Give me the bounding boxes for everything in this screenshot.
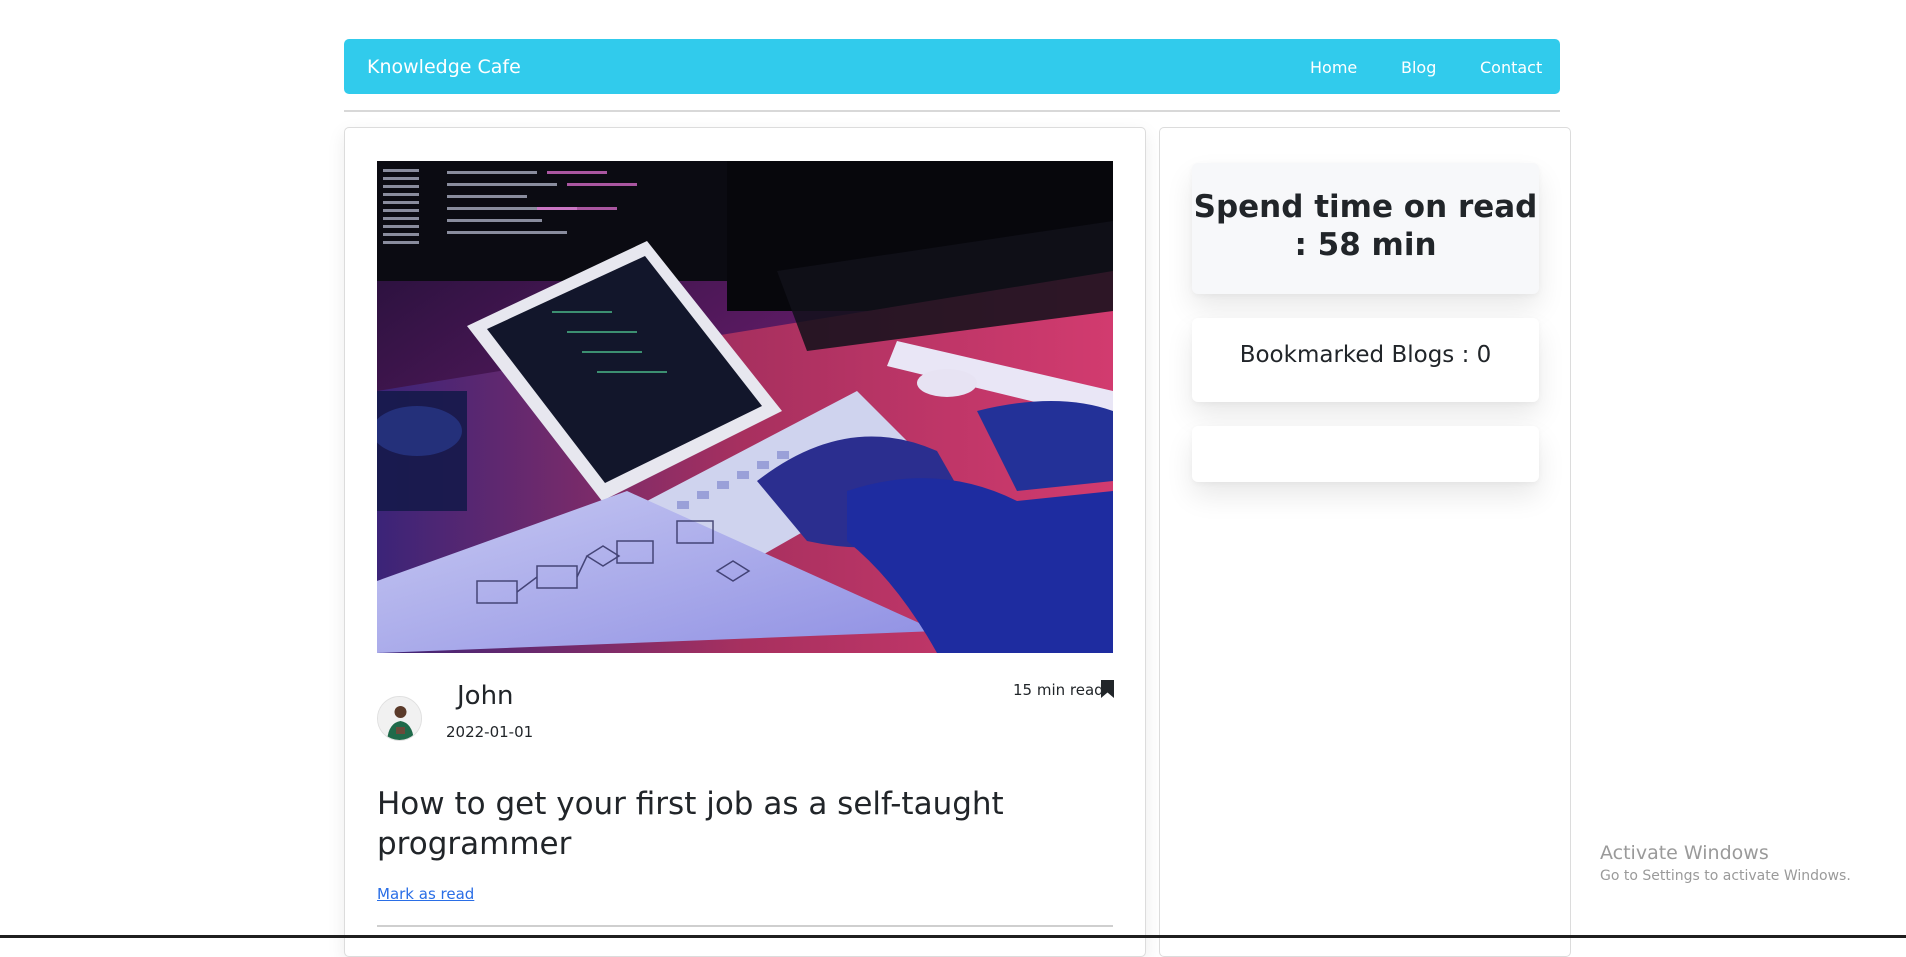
spent-time-box: Spend time on read : 58 min	[1192, 163, 1539, 294]
mark-as-read-link[interactable]: Mark as read	[377, 885, 474, 903]
nav-link-home[interactable]: Home	[1310, 58, 1357, 77]
author-name: John	[457, 681, 514, 711]
post-cover-image	[377, 161, 1113, 653]
post-date: 2022-01-01	[446, 723, 534, 741]
sidebar: Spend time on read : 58 min Bookmarked B…	[1159, 127, 1571, 957]
read-time: 15 min read	[1013, 681, 1104, 699]
blog-post-card: John 2022-01-01 15 min read How to get y…	[344, 127, 1146, 957]
navbar: Knowledge Cafe Home Blog Contact	[344, 39, 1560, 94]
bookmark-icon[interactable]	[1101, 680, 1114, 698]
post-title: How to get your first job as a self-taug…	[377, 786, 1004, 862]
watermark-title: Activate Windows	[1600, 842, 1769, 864]
header-divider	[344, 110, 1560, 112]
windows-activation-watermark: Activate Windows Go to Settings to activ…	[1600, 842, 1851, 884]
bookmarked-count-box: Bookmarked Blogs : 0	[1192, 318, 1539, 402]
spent-time-text: Spend time on read : 58 min	[1193, 189, 1538, 263]
brand-logo[interactable]: Knowledge Cafe	[367, 56, 521, 78]
bookmarked-list	[1192, 426, 1539, 482]
post-divider	[377, 925, 1113, 927]
bookmarked-count-text: Bookmarked Blogs : 0	[1239, 342, 1492, 368]
watermark-subtitle: Go to Settings to activate Windows.	[1600, 868, 1851, 884]
author-avatar	[377, 696, 422, 741]
nav-link-blog[interactable]: Blog	[1401, 58, 1436, 77]
nav-link-contact[interactable]: Contact	[1480, 58, 1542, 77]
